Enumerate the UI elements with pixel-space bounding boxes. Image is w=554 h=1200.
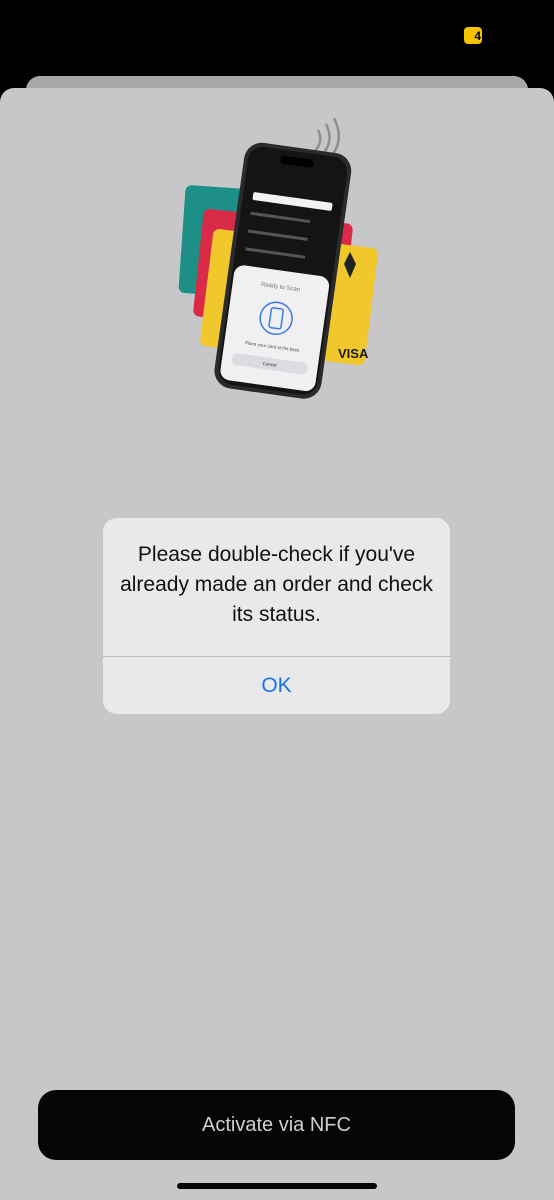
card-activation-illustration: VISA Ready to Scan Place your card at th…	[168, 112, 384, 412]
alert-ok-button[interactable]: OK	[103, 657, 450, 714]
alert-dialog: Please double-check if you've already ma…	[103, 518, 450, 714]
phone-cards-image: VISA Ready to Scan Place your card at th…	[178, 117, 378, 399]
home-indicator[interactable]	[177, 1183, 377, 1189]
battery-icon: 4	[464, 27, 482, 44]
battery-level: 4	[474, 28, 481, 43]
visa-logo: VISA	[338, 346, 369, 361]
alert-message: Please double-check if you've already ma…	[120, 543, 433, 626]
status-bar: 4	[0, 0, 554, 70]
activate-via-nfc-button[interactable]: Activate via NFC	[38, 1090, 515, 1160]
